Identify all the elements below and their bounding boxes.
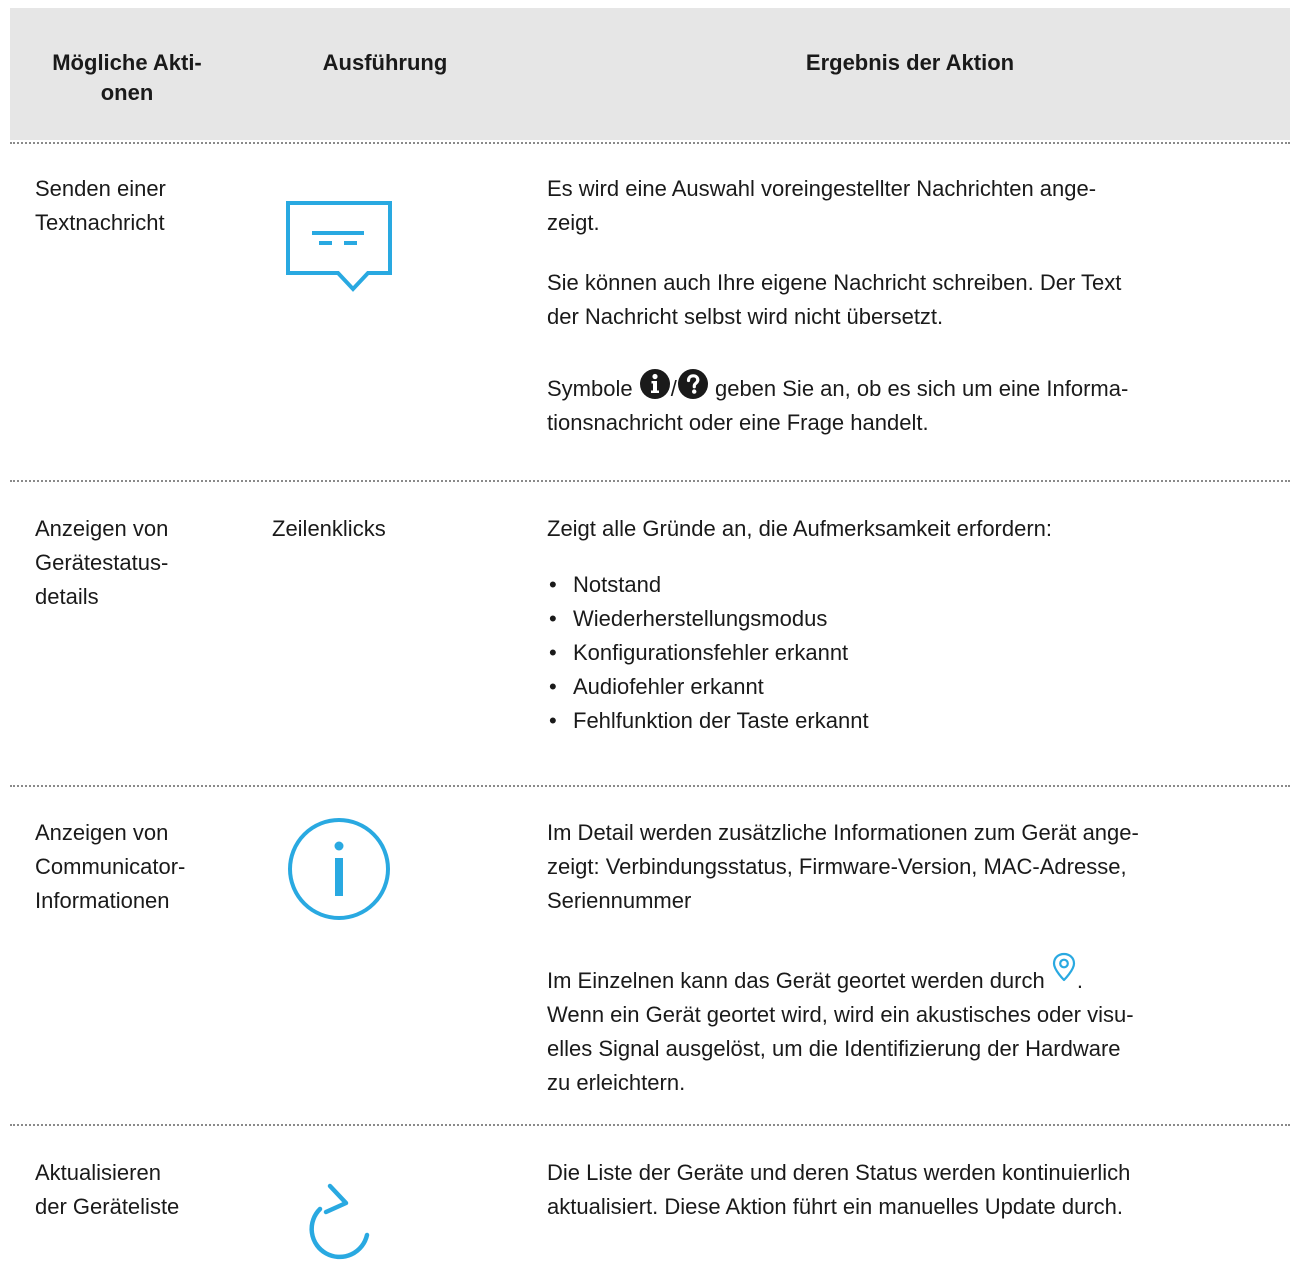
row2-action-line2: Gerätestatus- bbox=[35, 550, 169, 575]
row3-result-p2-dot: . bbox=[1076, 968, 1083, 993]
row1-result-p3-after-line1: geben Sie an, ob es sich um eine Informa… bbox=[714, 376, 1129, 401]
row3-result-p2: Im Einzelnen kann das Gerät geortet werd… bbox=[547, 952, 1267, 1100]
row3-result-p2-line4: zu erleichtern. bbox=[547, 1070, 686, 1095]
message-icon bbox=[285, 200, 395, 297]
header-possible-actions: Mögliche Akti- onen bbox=[32, 48, 222, 108]
row1-result-p2-line2: der Nachricht selbst wird nicht übersetz… bbox=[547, 304, 944, 329]
row4-result-p1: Die Liste der Geräte und deren Status we… bbox=[547, 1156, 1267, 1224]
row1-result: Es wird eine Auswahl voreingestellter Na… bbox=[547, 172, 1267, 440]
row2-execution: Zeilenklicks bbox=[272, 516, 386, 541]
table-header: Mögliche Akti- onen Ausführung Ergebnis … bbox=[10, 8, 1290, 140]
info-circle-icon bbox=[286, 816, 392, 927]
list-item: Wiederherstellungsmodus bbox=[547, 602, 1267, 636]
row-divider bbox=[10, 785, 1290, 787]
row4-action-line1: Aktualisieren bbox=[35, 1160, 161, 1185]
row1-result-p1-line2: zeigt. bbox=[547, 210, 600, 235]
header-possible-actions-line1: Mögliche Akti- bbox=[52, 50, 202, 75]
row2-action-line3: details bbox=[35, 584, 99, 609]
list-item: Audiofehler erkannt bbox=[547, 670, 1267, 704]
row-divider bbox=[10, 142, 1290, 144]
row4-action-line2: der Geräteliste bbox=[35, 1194, 180, 1219]
row1-action: Senden einer Textnachricht bbox=[35, 172, 235, 240]
row3-action-line3: Informationen bbox=[35, 888, 170, 913]
row1-result-p1: Es wird eine Auswahl voreingestellter Na… bbox=[547, 172, 1267, 240]
row4-result-p1-line2: aktualisiert. Diese Aktion führt ein man… bbox=[547, 1194, 1123, 1219]
header-execution: Ausführung bbox=[322, 50, 448, 75]
row3-result-p2-line3: elles Signal ausgelöst, um die Identifiz… bbox=[547, 1036, 1121, 1061]
row-divider bbox=[10, 480, 1290, 482]
row2-result: Zeigt alle Gründe an, die Aufmerksamkeit… bbox=[547, 512, 1267, 738]
row3-result-p2-line2: Wenn ein Gerät geortet wird, wird ein ak… bbox=[547, 1002, 1134, 1027]
row1-action-line1: Senden einer bbox=[35, 176, 166, 201]
row2-result-intro: Zeigt alle Gründe an, die Aufmerksamkeit… bbox=[547, 516, 1053, 541]
list-item: Konfigurationsfehler erkannt bbox=[547, 636, 1267, 670]
header-possible-actions-line2: onen bbox=[100, 80, 154, 105]
row4-result-p1-line1: Die Liste der Geräte und deren Status we… bbox=[547, 1160, 1131, 1185]
row4-result: Die Liste der Geräte und deren Status we… bbox=[547, 1156, 1267, 1224]
row3-result-p1: Im Detail werden zusätzliche Information… bbox=[547, 816, 1267, 918]
row3-result-p1-line1: Im Detail werden zusätzliche Information… bbox=[547, 820, 1139, 845]
row1-result-p3: Symbole / geben Sie an, ob es sich um ei… bbox=[547, 368, 1267, 440]
question-filled-icon bbox=[677, 369, 708, 399]
header-result: Ergebnis der Aktion bbox=[805, 50, 1015, 75]
row3-result-p1-line3: Seriennummer bbox=[547, 888, 692, 913]
row3-result: Im Detail werden zusätzliche Information… bbox=[547, 816, 1267, 1100]
info-filled-icon bbox=[639, 369, 670, 399]
list-item: Fehlfunktion der Taste erkannt bbox=[547, 704, 1267, 738]
row3-action: Anzeigen von Communicator- Informationen bbox=[35, 816, 235, 918]
row1-result-p3-after-line2: tionsnachricht oder eine Frage handelt. bbox=[547, 410, 929, 435]
row1-result-p1-line1: Es wird eine Auswahl voreingestellter Na… bbox=[547, 176, 1097, 201]
row3-result-p1-line2: zeigt: Verbindungsstatus, Firmware-Versi… bbox=[547, 854, 1127, 879]
row1-result-p3-before: Symbole bbox=[547, 376, 633, 401]
row2-action-line1: Anzeigen von bbox=[35, 516, 169, 541]
row1-action-line2: Textnachricht bbox=[35, 210, 165, 235]
row1-result-p2: Sie können auch Ihre eigene Nachricht sc… bbox=[547, 266, 1267, 334]
row2-result-list: Notstand Wiederherstellungsmodus Konfigu… bbox=[547, 568, 1267, 738]
row1-result-p2-line1: Sie können auch Ihre eigene Nachricht sc… bbox=[547, 270, 1122, 295]
row3-result-p2-before: Im Einzelnen kann das Gerät geortet werd… bbox=[547, 968, 1045, 993]
row-divider bbox=[10, 1124, 1290, 1126]
row2-action: Anzeigen von Gerätestatus- details bbox=[35, 512, 235, 614]
row3-action-line1: Anzeigen von bbox=[35, 820, 169, 845]
row3-action-line2: Communicator- bbox=[35, 854, 186, 879]
list-item: Notstand bbox=[547, 568, 1267, 602]
location-pin-icon bbox=[1052, 952, 1075, 982]
row4-action: Aktualisieren der Geräteliste bbox=[35, 1156, 235, 1224]
refresh-icon bbox=[300, 1182, 380, 1272]
